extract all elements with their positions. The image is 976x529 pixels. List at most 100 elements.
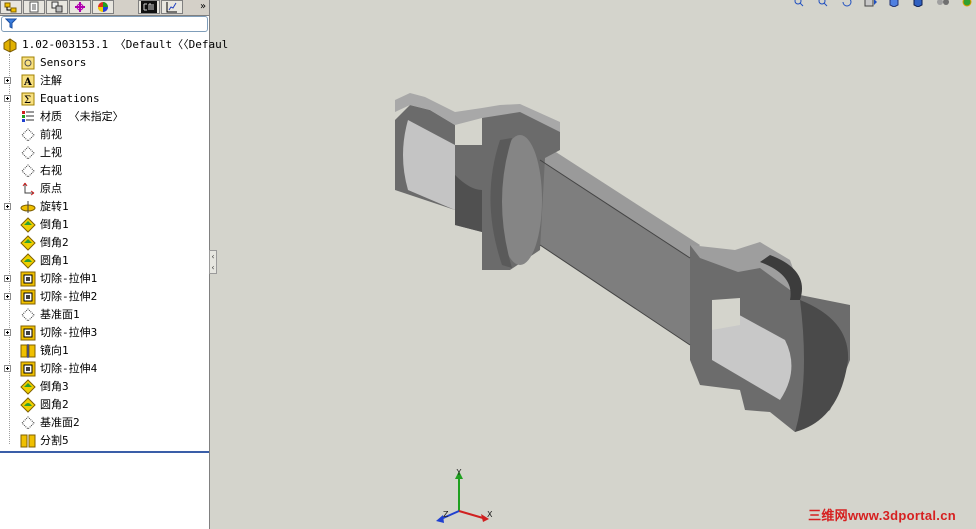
- expand-toggle-icon[interactable]: [4, 95, 11, 102]
- part-icon: [2, 37, 18, 53]
- tree-item-label: 旋转1: [40, 200, 69, 213]
- tree-item[interactable]: 前视: [0, 126, 209, 144]
- plane-icon: [20, 307, 36, 323]
- tree-item[interactable]: Σ Equations: [0, 90, 209, 108]
- tree-item[interactable]: 基准面2: [0, 414, 209, 432]
- cut-extrude-icon: [20, 325, 36, 341]
- tree-item-label: 原点: [40, 182, 62, 195]
- tree-item-label: 右视: [40, 164, 62, 177]
- tree-item-label: 切除-拉伸3: [40, 326, 98, 339]
- tree-item[interactable]: A 注解: [0, 72, 209, 90]
- tree-item[interactable]: 切除-拉伸1: [0, 270, 209, 288]
- material-icon: [20, 109, 36, 125]
- tree-item-label: 基准面1: [40, 308, 80, 321]
- tree-item[interactable]: 上视: [0, 144, 209, 162]
- tree-item[interactable]: 分割5: [0, 432, 209, 450]
- panel-divider: [0, 451, 209, 453]
- chart-icon: [166, 2, 177, 13]
- panel-tab-strip: »: [0, 0, 209, 16]
- chamfer-icon: [20, 235, 36, 251]
- tree-item-label: 上视: [40, 146, 62, 159]
- sensors-icon: [20, 55, 36, 71]
- tree-item-label: 切除-拉伸2: [40, 290, 98, 303]
- expand-toggle-icon[interactable]: [4, 77, 11, 84]
- cut-extrude-icon: [20, 271, 36, 287]
- tree-root-label: 1.02-003153.1 〈Default〈〈Defaul: [22, 38, 229, 51]
- tree-item-label: 倒角1: [40, 218, 69, 231]
- tree-item-label: 圆角1: [40, 254, 69, 267]
- plane-icon: [20, 163, 36, 179]
- simulation-tab[interactable]: [161, 0, 183, 14]
- tree-item[interactable]: 倒角2: [0, 234, 209, 252]
- triad-x-axis: [458, 510, 484, 519]
- expand-toggle-icon[interactable]: [4, 203, 11, 210]
- tree-item[interactable]: 切除-拉伸2: [0, 288, 209, 306]
- more-tabs-chevron-icon[interactable]: »: [197, 0, 209, 14]
- cam-icon: [141, 1, 157, 13]
- property-icon: [29, 1, 39, 13]
- chamfer-icon: [20, 217, 36, 233]
- svg-text:A: A: [23, 77, 32, 88]
- tree-item[interactable]: 倒角3: [0, 378, 209, 396]
- tree-item-label: 注解: [40, 74, 62, 87]
- fillet-icon: [20, 253, 36, 269]
- feature-manager-tab[interactable]: [0, 0, 22, 14]
- tree-item-label: 倒角2: [40, 236, 69, 249]
- cam-tab[interactable]: [138, 0, 160, 14]
- tree-item[interactable]: 材质 〈未指定〉: [0, 108, 209, 126]
- tree-item-label: 前视: [40, 128, 62, 141]
- expand-toggle-icon[interactable]: [4, 329, 11, 336]
- tree-item[interactable]: 圆角1: [0, 252, 209, 270]
- triad-z-label: Z: [443, 510, 449, 519]
- annotations-icon: A: [20, 73, 36, 89]
- tree-item[interactable]: 基准面1: [0, 306, 209, 324]
- cut-extrude-icon: [20, 361, 36, 377]
- tree-item[interactable]: 原点: [0, 180, 209, 198]
- appearance-icon: [98, 2, 108, 12]
- expand-toggle-icon[interactable]: [4, 293, 11, 300]
- tree-item[interactable]: 切除-拉伸3: [0, 324, 209, 342]
- tree-item-label: 切除-拉伸1: [40, 272, 98, 285]
- feature-tree: 1.02-003153.1 〈Default〈〈Defaul Sensors A 注解…: [0, 36, 228, 450]
- split-icon: [20, 433, 36, 449]
- tree-item[interactable]: 圆角2: [0, 396, 209, 414]
- fillet-icon: [20, 397, 36, 413]
- dimxpert-tab[interactable]: [69, 0, 91, 14]
- expand-toggle-icon[interactable]: [4, 275, 11, 282]
- tree-item-label: 分割5: [40, 434, 69, 447]
- chamfer-icon: [20, 379, 36, 395]
- dimxpert-icon: [75, 2, 85, 12]
- tree-item-label: 材质 〈未指定〉: [40, 110, 124, 123]
- graphics-area[interactable]: Y X Z 三维网www.3dportal.cn: [210, 0, 976, 529]
- tree-item[interactable]: 镜向1: [0, 342, 209, 360]
- cut-extrude-icon: [20, 289, 36, 305]
- tree-item[interactable]: 倒角1: [0, 216, 209, 234]
- plane-icon: [20, 127, 36, 143]
- tree-item[interactable]: Sensors: [0, 54, 209, 72]
- plane-icon: [20, 145, 36, 161]
- tree-item-label: 切除-拉伸4: [40, 362, 98, 375]
- tree-item-label: 镜向1: [40, 344, 69, 357]
- tree-filter-bar[interactable]: [1, 16, 208, 32]
- tree-item[interactable]: 切除-拉伸4: [0, 360, 209, 378]
- equations-icon: Σ: [20, 91, 36, 107]
- tree-item-label: Sensors: [40, 56, 87, 69]
- configuration-icon: [51, 1, 63, 13]
- tree-item[interactable]: 旋转1: [0, 198, 209, 216]
- tree-item-label: Equations: [40, 92, 100, 105]
- tree-item[interactable]: 右视: [0, 162, 209, 180]
- display-manager-tab[interactable]: [92, 0, 114, 14]
- watermark-text: 三维网www.3dportal.cn: [808, 508, 956, 523]
- tree-root-part[interactable]: 1.02-003153.1 〈Default〈〈Defaul: [0, 36, 228, 54]
- expand-toggle-icon[interactable]: [4, 365, 11, 372]
- feature-manager-panel: » 1.02-003153.1 〈Default〈〈Defaul Sensors A…: [0, 0, 228, 529]
- configuration-manager-tab[interactable]: [46, 0, 68, 14]
- origin-icon: [20, 181, 36, 197]
- property-manager-tab[interactable]: [23, 0, 45, 14]
- right-slot: [712, 298, 740, 330]
- filter-icon: [5, 18, 17, 29]
- part-model[interactable]: [210, 0, 976, 529]
- feature-tree-icon: [4, 2, 17, 12]
- triad-x-label: X: [487, 510, 493, 519]
- plane-icon: [20, 415, 36, 431]
